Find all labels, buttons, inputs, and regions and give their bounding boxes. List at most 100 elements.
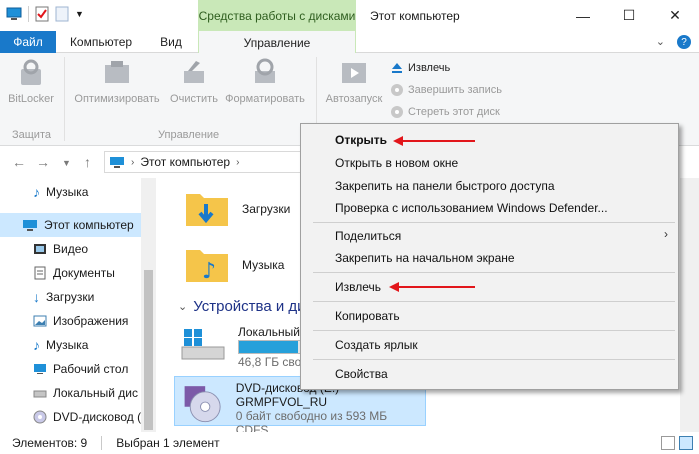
nav-item-pictures[interactable]: Изображения [0, 309, 156, 333]
computer-icon[interactable] [6, 7, 22, 21]
content-scrollbar[interactable] [680, 178, 699, 432]
desktop-icon [34, 364, 46, 374]
section-devices-header[interactable]: ⌄ Устройства и дис [178, 298, 313, 315]
breadcrumb-chevron-icon: › [131, 156, 135, 168]
format-icon [255, 58, 275, 83]
menu-item-pin-start[interactable]: Закрепить на начальном экране [335, 251, 515, 265]
annotation-arrow [389, 282, 475, 292]
back-arrow-icon[interactable]: ← [12, 154, 26, 170]
breadcrumb-chevron-icon[interactable]: › [236, 157, 239, 168]
nav-item-label: Документы [53, 266, 115, 280]
nav-item-label: Рабочий стол [53, 362, 129, 376]
folder-music[interactable]: ♪ Музыка [184, 242, 284, 288]
collapse-chevron-icon[interactable]: ⌄ [178, 300, 187, 313]
tiles-view-icon[interactable] [679, 436, 693, 450]
nav-item-label: Этот компьютер [44, 218, 134, 232]
submenu-chevron-icon: › [664, 227, 668, 241]
menu-item-copy[interactable]: Копировать [335, 309, 400, 323]
computer-icon [23, 219, 37, 231]
details-view-icon[interactable] [661, 436, 675, 450]
eject-ribbon-label: Извлечь [408, 62, 451, 74]
tab-manage[interactable]: Управление [198, 30, 356, 54]
erase-disc-label: Стереть этот диск [408, 106, 500, 118]
menu-item-open-new-window[interactable]: Открыть в новом окне [335, 156, 458, 170]
nav-item-video[interactable]: Видео [0, 237, 156, 261]
menu-item-eject[interactable]: Извлечь [335, 280, 381, 294]
folder-label: Загрузки [242, 202, 291, 216]
nav-item-label: Видео [53, 242, 89, 256]
nav-item-desktop[interactable]: Рабочий стол [0, 357, 156, 381]
menu-item-pin-quick-access[interactable]: Закрепить на панели быстрого доступа [335, 179, 555, 193]
qat-dropdown-icon[interactable]: ▼ [75, 9, 84, 19]
nav-item-label: Музыка [46, 338, 89, 352]
ribbon-tabs: Файл Компьютер Вид Управление ⌄ ? [0, 30, 699, 54]
autoplay-label: Автозапуск [325, 93, 383, 105]
scrollbar-thumb[interactable] [144, 270, 153, 430]
nav-item-documents[interactable]: Документы [0, 261, 156, 285]
menu-item-create-shortcut[interactable]: Создать ярлык [335, 338, 418, 352]
context-tab-title: Средства работы с дисками [198, 0, 356, 31]
autoplay-button[interactable]: Автозапуск [322, 57, 386, 105]
eject-ribbon-button[interactable]: Извлечь [390, 61, 450, 75]
cleanup-button[interactable]: Очистить [166, 57, 222, 105]
nav-item-label: Загрузки [46, 290, 95, 304]
drive-usage-fill [239, 341, 298, 353]
video-icon [34, 244, 46, 254]
quick-access-toolbar: ▼ [6, 6, 84, 22]
nav-item-label: DVD-дисковод ( [53, 410, 142, 424]
optimize-button[interactable]: Оптимизировать [70, 57, 164, 105]
collapse-ribbon-icon[interactable]: ⌄ [656, 35, 665, 49]
nav-item-label: Локальный дис [53, 386, 138, 400]
properties-icon[interactable] [35, 6, 49, 22]
recent-dropdown-icon[interactable]: ▼ [62, 158, 71, 168]
menu-item-open[interactable]: Открыть [335, 133, 387, 147]
minimize-button[interactable]: — [560, 0, 606, 31]
section-title: Устройства и дис [193, 298, 314, 315]
folder-downloads[interactable]: Загрузки [184, 186, 290, 232]
nav-item-dvd[interactable]: DVD-дисковод ( [0, 405, 156, 429]
nav-item-label: Изображения [53, 314, 129, 328]
pictures-icon [33, 315, 47, 327]
nav-item-music-2[interactable]: ♪ Музыка [0, 333, 156, 357]
menu-item-properties[interactable]: Свойства [335, 367, 388, 381]
menu-separator [313, 272, 675, 273]
tab-view[interactable]: Вид [148, 31, 194, 53]
bitlocker-button[interactable]: BitLocker [6, 57, 56, 105]
format-button[interactable]: Форматировать [222, 57, 308, 105]
nav-pane-scrollbar[interactable] [141, 178, 156, 432]
forward-arrow-icon[interactable]: → [36, 154, 50, 170]
maximize-button[interactable]: ☐ [606, 0, 652, 31]
menu-separator [313, 330, 675, 331]
menu-separator [313, 359, 675, 360]
local-disk-icon [181, 329, 225, 360]
menu-item-share[interactable]: Поделиться [335, 229, 401, 243]
nav-item-this-pc[interactable]: Этот компьютер [0, 213, 156, 237]
nav-item-local-disk[interactable]: Локальный дис [0, 381, 156, 405]
close-button[interactable]: ✕ [652, 0, 698, 31]
autoplay-icon [342, 63, 366, 83]
downloads-folder-icon [186, 194, 228, 226]
drive-icon [33, 390, 47, 398]
tab-computer[interactable]: Компьютер [60, 31, 142, 53]
ribbon-controls: ⌄ ? [656, 35, 691, 49]
context-menu: Открыть Открыть в новом окне Закрепить н… [300, 123, 679, 390]
window-title: Этот компьютер [370, 9, 460, 23]
tab-file[interactable]: Файл [0, 31, 56, 53]
cleanup-label: Очистить [170, 93, 218, 105]
help-icon[interactable]: ? [677, 35, 691, 49]
folder-label: Музыка [242, 258, 285, 272]
burn-disc-icon [391, 84, 403, 96]
up-arrow-icon[interactable]: ↑ [84, 154, 91, 170]
music-folder-icon: ♪ [186, 250, 228, 284]
status-separator [101, 436, 103, 450]
address-bar[interactable]: › Этот компьютер › [104, 151, 304, 173]
nav-item-downloads[interactable]: ↓ Загрузки [0, 285, 156, 309]
new-folder-icon[interactable] [55, 6, 69, 22]
menu-item-defender-scan[interactable]: Проверка с использованием Windows Defend… [335, 201, 608, 215]
group-separator [64, 57, 65, 141]
bitlocker-icon [21, 59, 41, 85]
erase-disc-icon [391, 106, 403, 118]
finish-burn-button[interactable]: Завершить запись [390, 83, 502, 97]
erase-disc-button[interactable]: Стереть этот диск [390, 105, 500, 119]
nav-item-music[interactable]: ♪ Музыка [0, 180, 156, 204]
